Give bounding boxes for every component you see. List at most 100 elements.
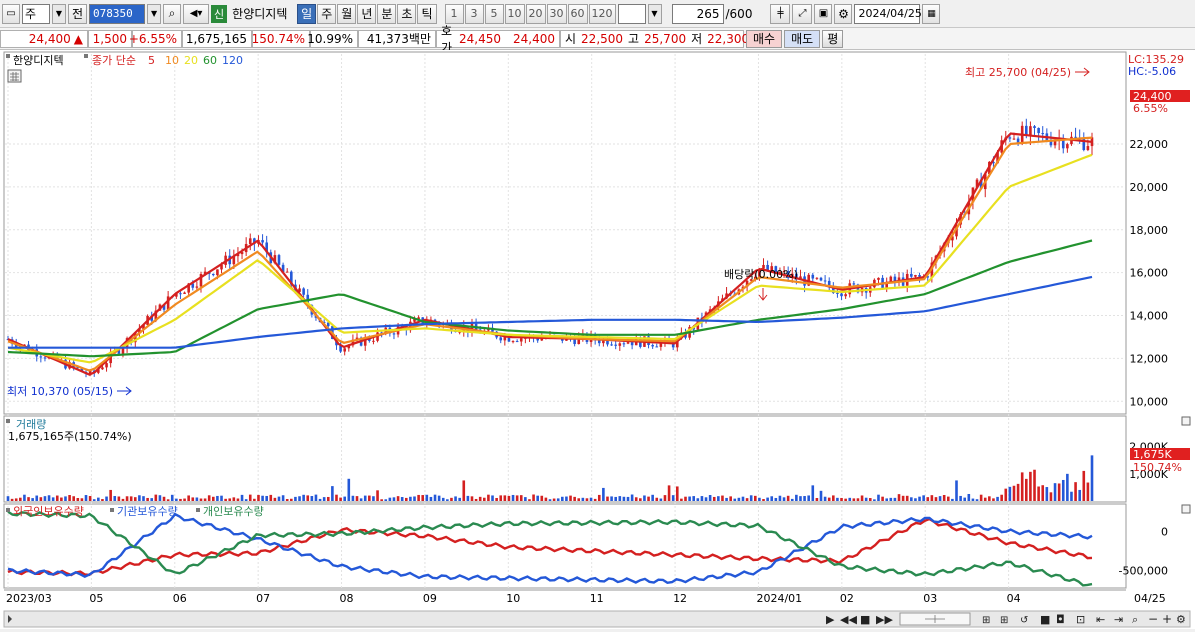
volume-bar — [43, 496, 47, 501]
calendar-icon[interactable]: ▦ — [922, 3, 941, 24]
chevron-down-icon[interactable]: ▼ — [647, 3, 662, 24]
chevron-down-icon[interactable]: ▼ — [52, 3, 66, 24]
volume-bar — [667, 485, 671, 501]
save-icon[interactable]: ▣ — [814, 3, 833, 24]
open-label: 시 — [565, 32, 577, 46]
interval-tab-30[interactable]: 30 — [546, 3, 567, 24]
volume-bar — [88, 496, 92, 501]
volume-bar — [462, 480, 466, 501]
volume-bar — [359, 498, 363, 501]
volume-bar — [897, 494, 901, 501]
volume-bar — [528, 499, 531, 501]
gear-icon[interactable]: ⚙ — [834, 3, 853, 24]
volume-bar — [979, 494, 983, 501]
zoom-out-icon[interactable]: − — [1148, 612, 1158, 626]
volume-bar — [602, 487, 605, 501]
chart-svg[interactable]: 10,000 12,000 14,000 16,000 18,000 20,000 22,0… — [0, 50, 1195, 629]
move-right-icon[interactable]: ⇥ — [1114, 613, 1123, 626]
sell-button[interactable]: 매도 — [784, 29, 821, 48]
speaker-icon[interactable]: ◀▾ — [183, 3, 210, 24]
candle — [1053, 140, 1057, 146]
volume-bar — [815, 498, 819, 501]
date-input[interactable]: 2024/04/25 — [854, 3, 922, 24]
restore-icon[interactable]: ↺ — [1020, 615, 1028, 626]
period-tab-4[interactable]: 분 — [377, 3, 397, 24]
period-tabs: 일주월년분초틱 — [297, 3, 437, 24]
chevron-down-icon[interactable]: ▼ — [147, 3, 162, 24]
interval-tab-20[interactable]: 20 — [525, 3, 546, 24]
scroll-right-icon[interactable]: ▶ — [826, 613, 835, 626]
market-select[interactable]: 주 — [22, 3, 50, 24]
move-left-icon[interactable]: ⇤ — [1096, 613, 1105, 626]
period-tab-2[interactable]: 월 — [337, 3, 357, 24]
volume-bar — [1066, 473, 1069, 501]
volume-bar — [963, 497, 967, 501]
x-tick-label: 02 — [840, 592, 854, 605]
grid-view-icon[interactable]: ⊞ — [1000, 615, 1008, 626]
count-input[interactable]: 265 — [671, 3, 724, 24]
panel-close-icon[interactable] — [1181, 416, 1191, 426]
period-tab-3[interactable]: 년 — [357, 3, 377, 24]
volume-bar — [203, 498, 207, 501]
candle — [819, 277, 823, 281]
hide-icon[interactable]: ■ — [1040, 613, 1050, 626]
bid-price: 24,400 — [513, 31, 555, 46]
volume-bar — [437, 495, 441, 501]
volume-bar — [589, 497, 593, 501]
period-tab-6[interactable]: 틱 — [417, 3, 437, 24]
zoom-fit-icon[interactable]: ⊞ — [982, 615, 990, 626]
eval-button[interactable]: 평 — [822, 29, 844, 48]
volume-bar — [207, 495, 211, 501]
volume-bar — [959, 495, 962, 501]
search-icon[interactable]: ⌕ — [163, 3, 182, 24]
volume-bar — [1070, 491, 1073, 501]
volume-value: 1,675,165 — [182, 29, 252, 48]
chart-area[interactable]: 10,000 12,000 14,000 16,000 18,000 20,000 22,0… — [0, 50, 1195, 629]
fit-icon[interactable]: ⊡ — [1076, 613, 1085, 626]
volume-bar — [618, 496, 622, 501]
volume-bar — [109, 489, 112, 501]
candle-type-icon[interactable]: ╪ — [770, 3, 791, 24]
volume-bar — [454, 496, 457, 501]
volume-bar — [565, 496, 568, 501]
volume-bar — [860, 495, 864, 501]
search-icon[interactable]: ⌕ — [1132, 613, 1138, 626]
volume-bar — [1033, 469, 1036, 501]
interval-input[interactable] — [617, 3, 646, 24]
period-tab-0[interactable]: 일 — [297, 3, 317, 24]
volume-bar — [918, 496, 921, 501]
stock-code-input[interactable]: 078350 — [89, 3, 146, 24]
window-icon[interactable]: ▭ — [2, 3, 20, 24]
expand-icon[interactable]: ◘ — [1056, 613, 1065, 626]
volume-bar — [823, 496, 827, 501]
x-axis: 2023/03 05 06 07 08 09 10 11 12 2024/01 02 03 04 — [6, 592, 1021, 605]
volume-bar — [606, 496, 609, 501]
volume-bar — [630, 494, 634, 501]
volume-bar — [684, 496, 687, 501]
interval-tab-1[interactable]: 1 — [444, 3, 464, 24]
prev-button[interactable]: 전 — [68, 3, 88, 24]
interval-tab-60[interactable]: 60 — [567, 3, 588, 24]
scrollbar[interactable]: ▶ ◀◀ ■ ▶▶ ⊞ ⊞ ↺ ■ ◘ ⊡ ⇤ ⇥ ⌕ − + ⚙ — [3, 610, 1191, 628]
scrollbar-track[interactable] — [3, 610, 1191, 628]
volume-bar — [729, 496, 732, 501]
buy-button[interactable]: 매수 — [746, 29, 783, 48]
fast-forward-icon[interactable]: ▶▶ — [876, 613, 893, 626]
interval-tab-5[interactable]: 5 — [484, 3, 504, 24]
rewind-icon[interactable]: ◀◀ — [840, 613, 857, 626]
settings-icon[interactable]: ⚙ — [1176, 613, 1186, 626]
volume-bar — [499, 495, 503, 501]
stop-icon[interactable]: ■ — [860, 613, 870, 626]
volume-bar — [844, 498, 847, 501]
interval-tab-3[interactable]: 3 — [464, 3, 484, 24]
panel-close-icon[interactable] — [1181, 504, 1191, 514]
volume-bar — [988, 496, 991, 501]
interval-tab-10[interactable]: 10 — [504, 3, 525, 24]
volume-bar — [372, 496, 375, 501]
draw-tool-icon[interactable]: ⤢ — [792, 3, 813, 24]
volume-bar — [873, 499, 876, 501]
period-tab-5[interactable]: 초 — [397, 3, 417, 24]
period-tab-1[interactable]: 주 — [317, 3, 337, 24]
zoom-in-icon[interactable]: + — [1162, 612, 1172, 626]
interval-tab-120[interactable]: 120 — [588, 3, 616, 24]
